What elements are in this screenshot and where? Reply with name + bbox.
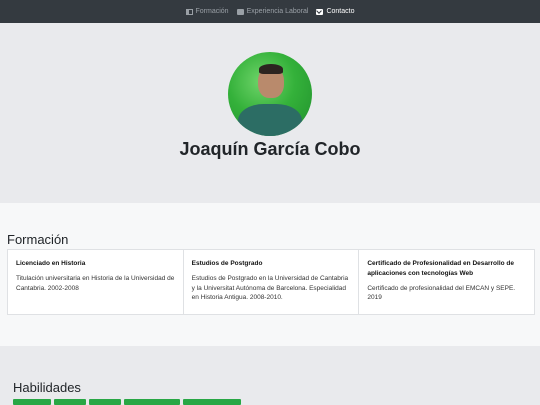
card-text: Certificado de profesionalidad del EMCAN… — [367, 284, 516, 302]
avatar-hair — [259, 64, 283, 74]
nav-link-label: Experiencia Laboral — [246, 8, 309, 15]
nav-link-contacto[interactable]: Contacto — [316, 8, 354, 15]
formacion-card: Estudios de Postgrado Estudios de Postgr… — [182, 250, 359, 314]
skill-badge — [124, 399, 180, 405]
card-text: Estudios de Postgrado en la Universidad … — [191, 274, 349, 302]
skill-badge — [89, 399, 121, 405]
avatar-body — [238, 104, 302, 136]
card-text: Titulación universitaria en Historia de … — [16, 274, 175, 292]
section-title: Formación — [7, 232, 69, 247]
skill-badge — [13, 399, 51, 405]
hero-section: Joaquín García Cobo — [0, 23, 540, 200]
skill-badge — [54, 399, 86, 405]
nav-link-experiencia[interactable]: Experiencia Laboral — [236, 8, 309, 15]
card-title: Licenciado en Historia — [16, 260, 86, 267]
formacion-card: Certificado de Profesionalidad en Desarr… — [358, 250, 534, 314]
card-title: Certificado de Profesionalidad en Desarr… — [367, 260, 514, 277]
formacion-cards: Licenciado en Historia Titulación univer… — [7, 249, 535, 315]
mail-icon — [316, 8, 324, 15]
nav-link-label: Contacto — [326, 8, 355, 15]
nav-link-label: Formación — [195, 8, 229, 15]
formacion-section: Formación Licenciado en Historia Titulac… — [0, 203, 540, 346]
card-title: Estudios de Postgrado — [191, 260, 263, 267]
skill-badge — [183, 399, 241, 405]
nav-link-formacion[interactable]: Formación — [185, 8, 229, 15]
briefcase-icon — [236, 8, 244, 15]
top-navbar: Formación Experiencia Laboral Contacto — [0, 0, 540, 23]
section-title: Habilidades — [13, 380, 81, 395]
skills-list — [13, 399, 241, 405]
avatar — [228, 52, 312, 136]
page-title: Joaquín García Cobo — [179, 139, 361, 159]
habilidades-section: Habilidades — [0, 354, 540, 405]
book-icon — [185, 8, 193, 15]
formacion-card: Licenciado en Historia Titulación univer… — [8, 250, 183, 314]
